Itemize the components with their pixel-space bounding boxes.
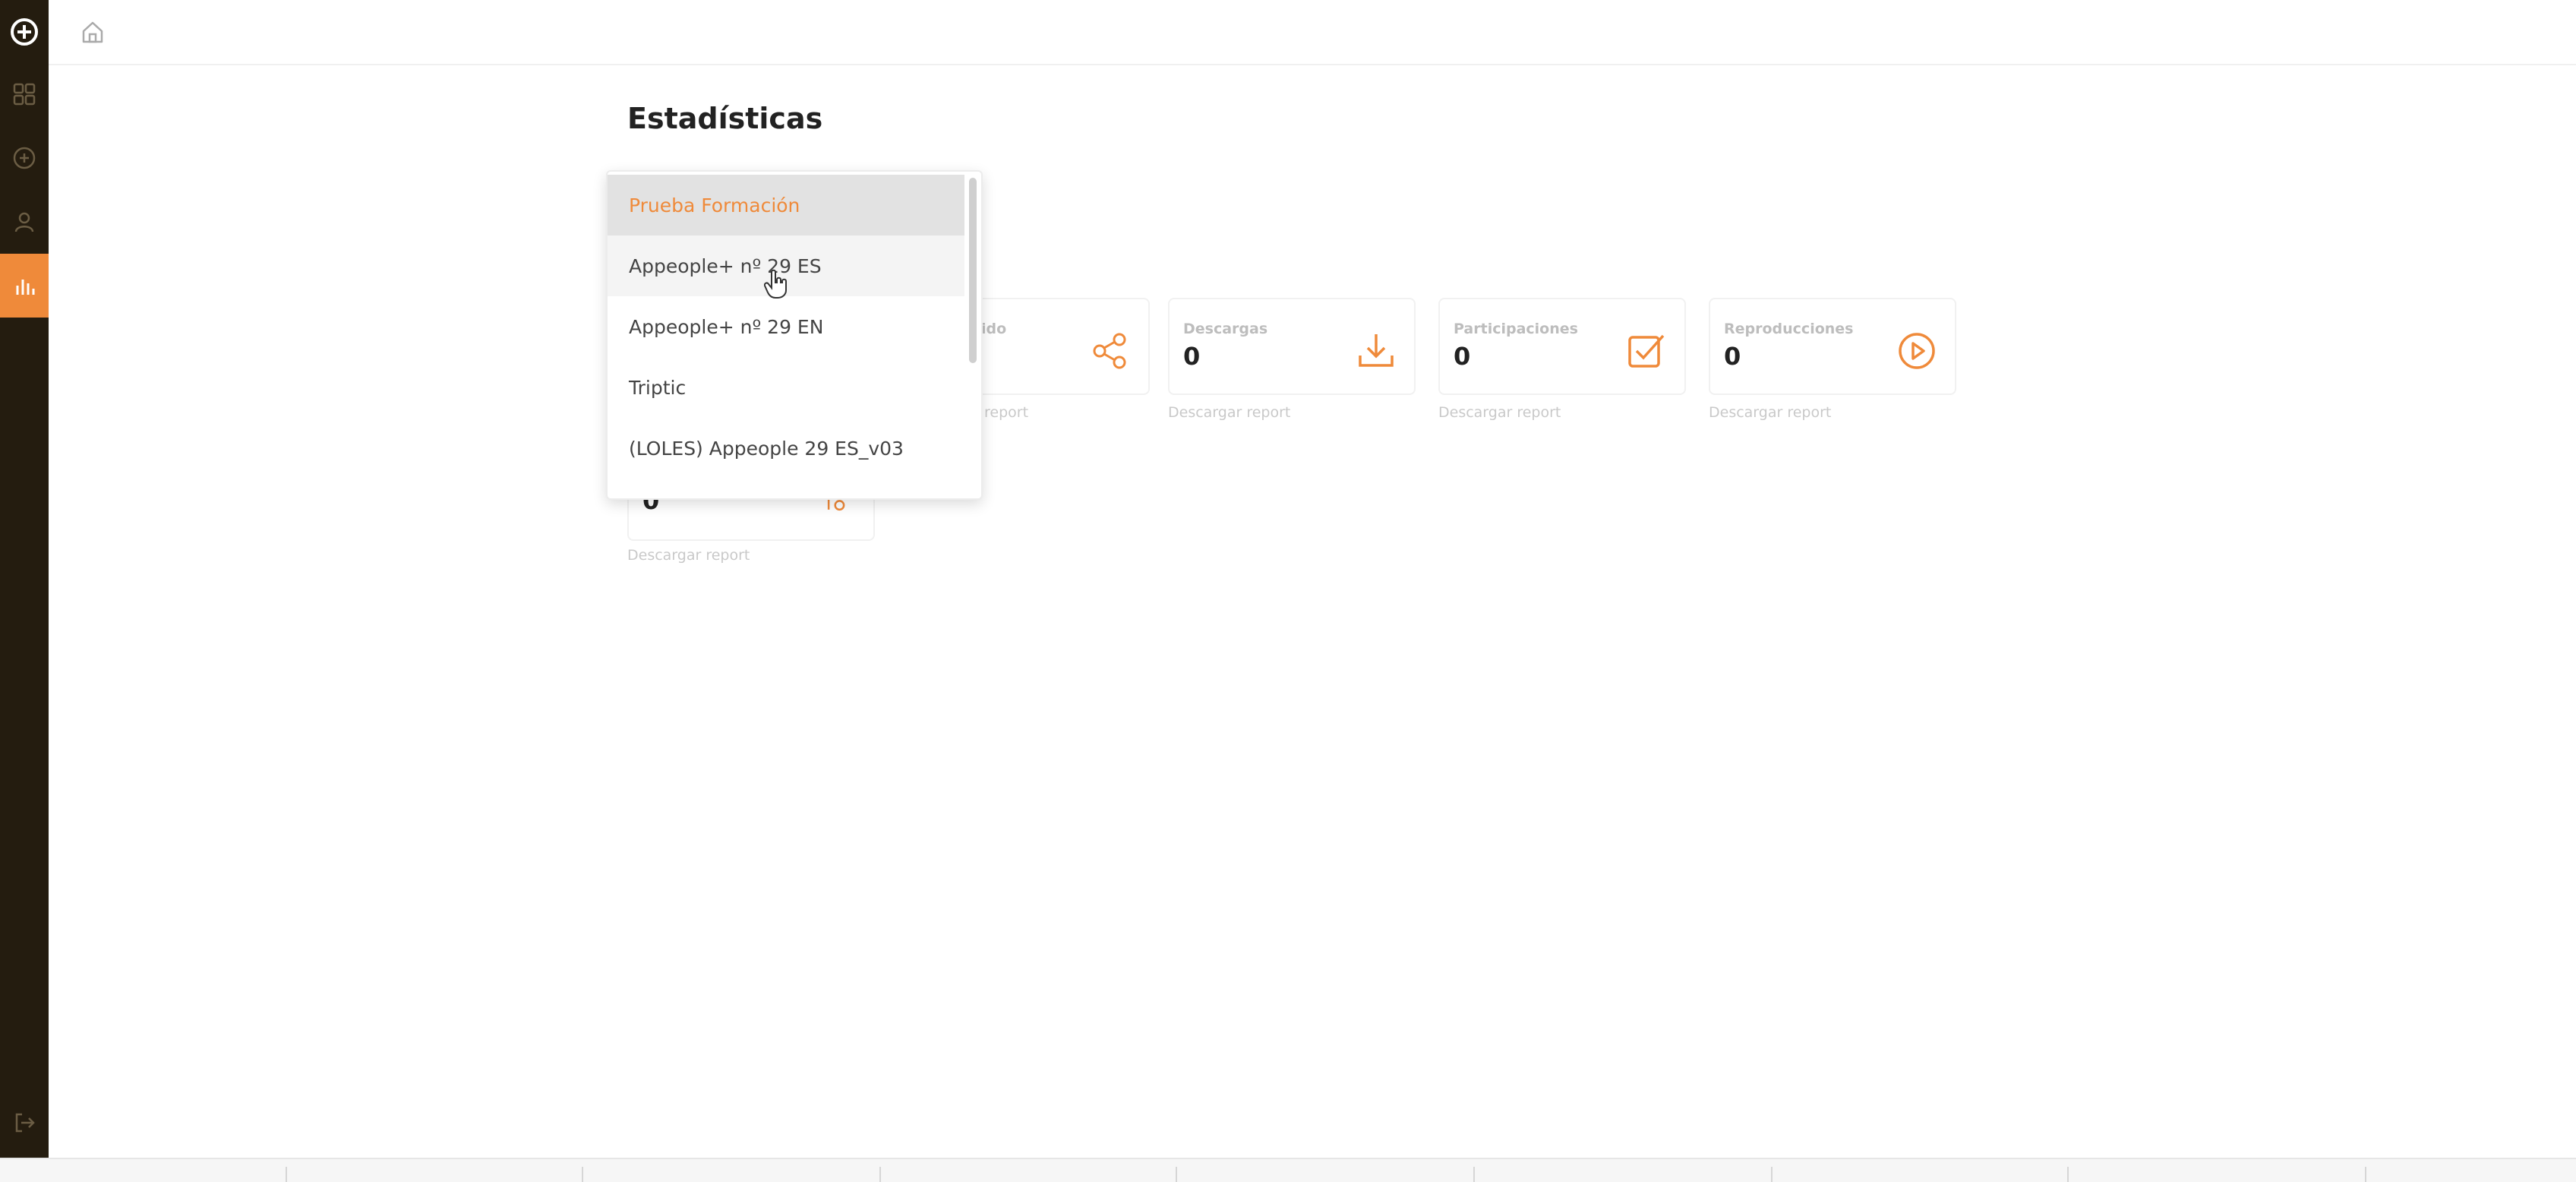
plus-circle-icon[interactable]: [0, 126, 49, 190]
divider: [286, 1167, 287, 1182]
dropdown-option-selected[interactable]: Prueba Formación: [608, 175, 964, 235]
share-icon: [1093, 333, 1126, 369]
card-label: Descargas: [1183, 321, 1268, 337]
dropdown-scrollbar[interactable]: [969, 178, 977, 363]
dropdown-option[interactable]: Triptic: [608, 357, 964, 418]
play-icon: [1899, 333, 1935, 369]
card-value: 0: [1724, 342, 1741, 371]
stat-card-participations: Participaciones 0: [1438, 298, 1686, 395]
divider: [879, 1167, 881, 1182]
divider: [582, 1167, 583, 1182]
card-value: 0: [1454, 342, 1471, 371]
bar-chart-icon[interactable]: [0, 254, 49, 318]
home-icon[interactable]: [79, 18, 106, 46]
download-report-link[interactable]: Descargar report: [627, 547, 750, 564]
dropdown-option[interactable]: (LOLES) Appeople 29 ES_v03: [608, 418, 964, 479]
hand-cursor-icon: [764, 269, 787, 299]
topbar: [49, 0, 2576, 65]
download-report-link[interactable]: Descargar report: [1168, 404, 1290, 421]
divider: [1176, 1167, 1177, 1182]
page-title: Estadísticas: [627, 102, 823, 135]
logout-icon[interactable]: [0, 1091, 49, 1155]
grid-icon[interactable]: [0, 62, 49, 126]
divider: [2365, 1167, 2366, 1182]
dropdown-option[interactable]: Appeople+ nº 29 EN: [608, 296, 964, 357]
card-label: Participaciones: [1454, 321, 1578, 337]
content-select-dropdown[interactable]: Prueba Formación Appeople+ nº 29 ES Appe…: [606, 170, 983, 500]
card-label: Reproducciones: [1724, 321, 1854, 337]
card-label: ido: [981, 321, 1007, 337]
checkbox-icon: [1628, 334, 1665, 368]
sidebar: [0, 0, 49, 1158]
download-report-link[interactable]: Descargar report: [1438, 404, 1561, 421]
app-root: Estadísticas ido report Descargas 0 Desc…: [0, 0, 2576, 1182]
stat-card-downloads: Descargas 0: [1168, 298, 1416, 395]
user-icon[interactable]: [0, 190, 49, 254]
download-report-link[interactable]: Descargar report: [1709, 404, 1831, 421]
card-value: 0: [1183, 342, 1201, 371]
divider: [1473, 1167, 1475, 1182]
add-circle-icon[interactable]: [0, 0, 49, 64]
bottom-bar: [0, 1158, 2576, 1182]
divider: [2067, 1167, 2069, 1182]
stat-card-plays: Reproducciones 0: [1709, 298, 1956, 395]
download-report-link[interactable]: report: [984, 404, 1028, 421]
download-icon: [1359, 334, 1394, 367]
divider: [1771, 1167, 1773, 1182]
